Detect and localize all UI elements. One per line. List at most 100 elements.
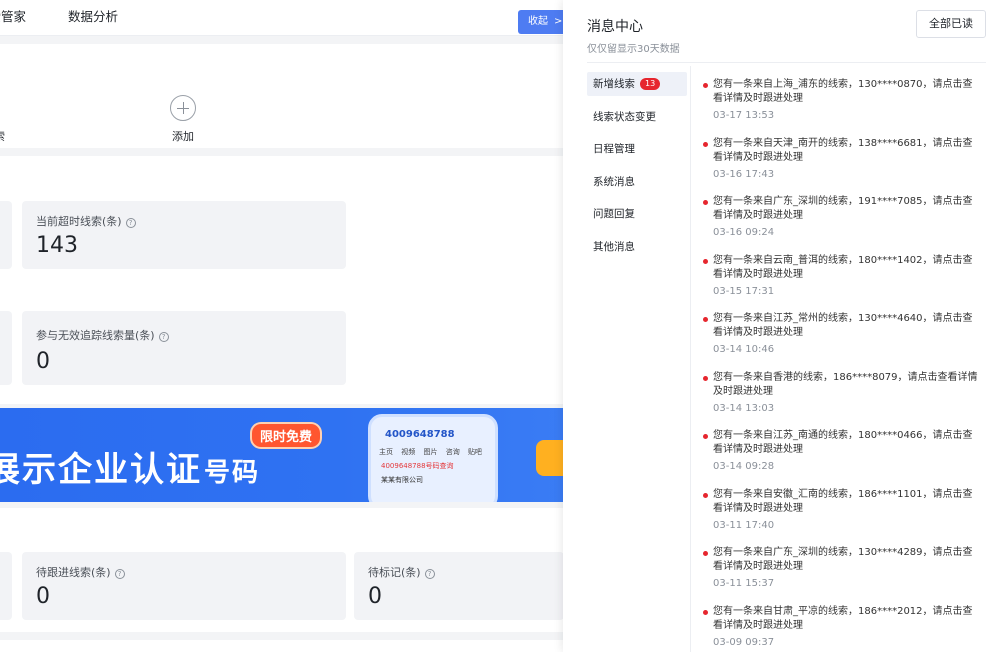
- category-system[interactable]: 系统消息: [587, 170, 687, 194]
- message-text: 您有一条来自安徽_汇南的线索，186****1101，请点击查看详情及时跟进处理: [713, 488, 973, 514]
- stat-pending-mark: 待标记(条)? 0: [354, 552, 564, 620]
- message-time: 03-14 10:46: [713, 344, 775, 355]
- stat-value: 143: [36, 233, 78, 258]
- shortcut-card: 索 添加: [0, 44, 564, 148]
- category-label: 系统消息: [593, 175, 635, 188]
- followup-card: 待跟进线索(条)? 0 待标记(条)? 0: [0, 508, 564, 632]
- banner-headline: 展示企业认证: [0, 450, 202, 490]
- unread-dot: [703, 375, 708, 381]
- unread-dot: [703, 434, 708, 439]
- unread-dot: [703, 492, 708, 498]
- phone-number: 4009648788: [385, 429, 455, 440]
- category-label: 其他消息: [593, 240, 635, 253]
- message-time: 03-14 13:03: [713, 402, 775, 414]
- message-text: 您有一条来自上海_浦东的线索，130****0870，请点击查看详情及时跟进处理: [713, 79, 973, 104]
- divider: [587, 62, 986, 63]
- message-time: 03-17 13:53: [713, 110, 775, 121]
- stat-invalid-tracking: 参与无效追踪线索量(条)? 0: [22, 311, 346, 385]
- unread-dot: [703, 83, 708, 88]
- message-time: 03-15 17:31: [713, 285, 775, 297]
- phone-tab: 咨询: [445, 448, 460, 456]
- add-label[interactable]: 添加: [172, 128, 194, 144]
- drawer-title: 消息中心: [587, 19, 643, 35]
- message-text: 您有一条来自广东_深圳的线索，191****7085，请点击查看详情及时跟进处理: [713, 196, 973, 221]
- unread-dot: [703, 317, 708, 322]
- nav-data-analysis[interactable]: 数据分析: [68, 6, 118, 25]
- unread-badge: 13: [640, 78, 661, 90]
- help-icon[interactable]: ?: [158, 332, 169, 342]
- message-time: 03-09 09:37: [713, 636, 775, 648]
- message-time: 03-11 15:37: [713, 578, 775, 589]
- stat-stub: [0, 552, 12, 620]
- category-other[interactable]: 其他消息: [587, 235, 687, 259]
- unread-dot: [703, 200, 708, 205]
- stat-value: 0: [36, 584, 50, 609]
- drawer-subtitle: 仅仅留显示30天数据: [587, 44, 680, 55]
- message-time: 03-14 09:28: [713, 461, 775, 472]
- message-text: 您有一条来自甘肃_平凉的线索，186****2012，请点击查看详情及时跟进处理: [713, 605, 973, 631]
- message-item[interactable]: 您有一条来自安徽_汇南的线索，186****1101，请点击查看详情及时跟进处理…: [703, 488, 983, 547]
- mark-all-read-button[interactable]: 全部已读: [916, 10, 986, 38]
- unread-dot: [703, 258, 708, 264]
- promo-banner[interactable]: 展示企业认证号码 限时免费 4009648788 主页 视频 图片 咨询 贴吧 …: [0, 408, 564, 502]
- message-item[interactable]: 您有一条来自甘肃_平凉的线索，186****2012，请点击查看详情及时跟进处理…: [703, 605, 983, 652]
- phone-tab: 视频: [401, 448, 416, 456]
- category-status-change[interactable]: 线索状态变更: [587, 105, 687, 129]
- collapse-label: 收起: [528, 16, 548, 27]
- message-item[interactable]: 您有一条来自江苏_常州的线索，130****4640，请点击查看详情及时跟进处理…: [703, 312, 983, 371]
- category-label: 新增线索: [593, 78, 635, 90]
- phone-tab: 主页: [379, 448, 393, 456]
- stat-value: 0: [36, 349, 50, 374]
- stats-card: 当前超时线索(条)? 143 参与无效追踪线索量(条)? 0: [0, 156, 564, 404]
- message-item[interactable]: 您有一条来自香港的线索，186****8079，请点击查看详情及时跟进处理 03-…: [703, 371, 983, 430]
- message-text: 您有一条来自广东_深圳的线索，130****4289，请点击查看详情及时跟进处理: [713, 547, 973, 572]
- stat-stub: [0, 311, 12, 385]
- stat-pending-followup: 待跟进线索(条)? 0: [22, 552, 346, 620]
- category-list: 新增线索 13 线索状态变更 日程管理 系统消息 问题回复 其他消息: [587, 72, 687, 267]
- help-icon[interactable]: ?: [114, 569, 125, 579]
- message-text: 您有一条来自香港的线索，186****8079，请点击查看详情及时跟进处理: [713, 371, 978, 397]
- category-label: 问题回复: [593, 208, 635, 220]
- banner-headline-small: 号码: [204, 458, 261, 488]
- message-item[interactable]: 您有一条来自广东_深圳的线索，130****4289，请点击查看详情及时跟进处理…: [703, 546, 983, 605]
- message-center-drawer: 消息中心 仅仅留显示30天数据 全部已读 新增线索 13 线索状态变更 日程管理 …: [563, 0, 1000, 652]
- stat-title: 待跟进线索(条): [36, 566, 111, 579]
- message-item[interactable]: 您有一条来自天津_南开的线索，138****6681，请点击查看详情及时跟进处理…: [703, 137, 983, 196]
- shortcut-label[interactable]: 索: [0, 128, 5, 144]
- phone-illustration: 4009648788 主页 视频 图片 咨询 贴吧 4009648788号码查询…: [368, 414, 498, 502]
- stat-timeout-clues: 当前超时线索(条)? 143: [22, 201, 346, 269]
- category-replies[interactable]: 问题回复: [587, 202, 687, 226]
- message-item[interactable]: 您有一条来自上海_浦东的线索，130****0870，请点击查看详情及时跟进处理…: [703, 78, 983, 137]
- add-icon[interactable]: [170, 95, 196, 121]
- stat-stub: [0, 201, 12, 269]
- phone-tab: 贴吧: [467, 448, 482, 456]
- message-time: 03-11 17:40: [713, 519, 775, 531]
- phone-tab: 图片: [423, 448, 438, 456]
- phone-tabs: 主页 视频 图片 咨询 贴吧: [379, 447, 488, 457]
- stat-title: 待标记(条): [368, 566, 421, 579]
- unread-dot: [703, 609, 708, 615]
- category-new-clues[interactable]: 新增线索 13: [587, 72, 687, 96]
- message-item[interactable]: 您有一条来自江苏_南通的线索，180****0466，请点击查看详情及时跟进处理…: [703, 429, 983, 488]
- unread-dot: [703, 141, 708, 147]
- unread-dot: [703, 551, 708, 556]
- nav-clue-manager[interactable]: 线索管家: [0, 6, 26, 25]
- message-text: 您有一条来自天津_南开的线索，138****6681，请点击查看详情及时跟进处理: [713, 137, 973, 163]
- help-icon[interactable]: ?: [424, 569, 435, 579]
- help-icon[interactable]: ?: [125, 218, 136, 228]
- message-time: 03-16 09:24: [713, 227, 775, 238]
- message-text: 您有一条来自江苏_南通的线索，180****0466，请点击查看详情及时跟进处理: [713, 430, 973, 455]
- stat-title: 参与无效追踪线索量(条): [36, 329, 155, 342]
- stat-title: 当前超时线索(条): [36, 215, 122, 228]
- banner-pagination[interactable]: [158, 494, 197, 502]
- message-item[interactable]: 您有一条来自广东_深圳的线索，191****7085，请点击查看详情及时跟进处理…: [703, 195, 983, 254]
- banner-action-button[interactable]: [536, 440, 564, 476]
- message-time: 03-16 17:43: [713, 168, 775, 180]
- phone-query-line: 4009648788号码查询: [381, 462, 454, 470]
- message-item[interactable]: 您有一条来自云南_普洱的线索，180****1402，请点击查看详情及时跟进处理…: [703, 254, 983, 313]
- category-schedule[interactable]: 日程管理: [587, 137, 687, 161]
- stat-value: 0: [368, 584, 382, 609]
- banner-tag: 限时免费: [252, 424, 321, 447]
- message-list: 您有一条来自上海_浦东的线索，130****0870，请点击查看详情及时跟进处理…: [703, 78, 983, 652]
- phone-company: 某某有限公司: [381, 476, 423, 484]
